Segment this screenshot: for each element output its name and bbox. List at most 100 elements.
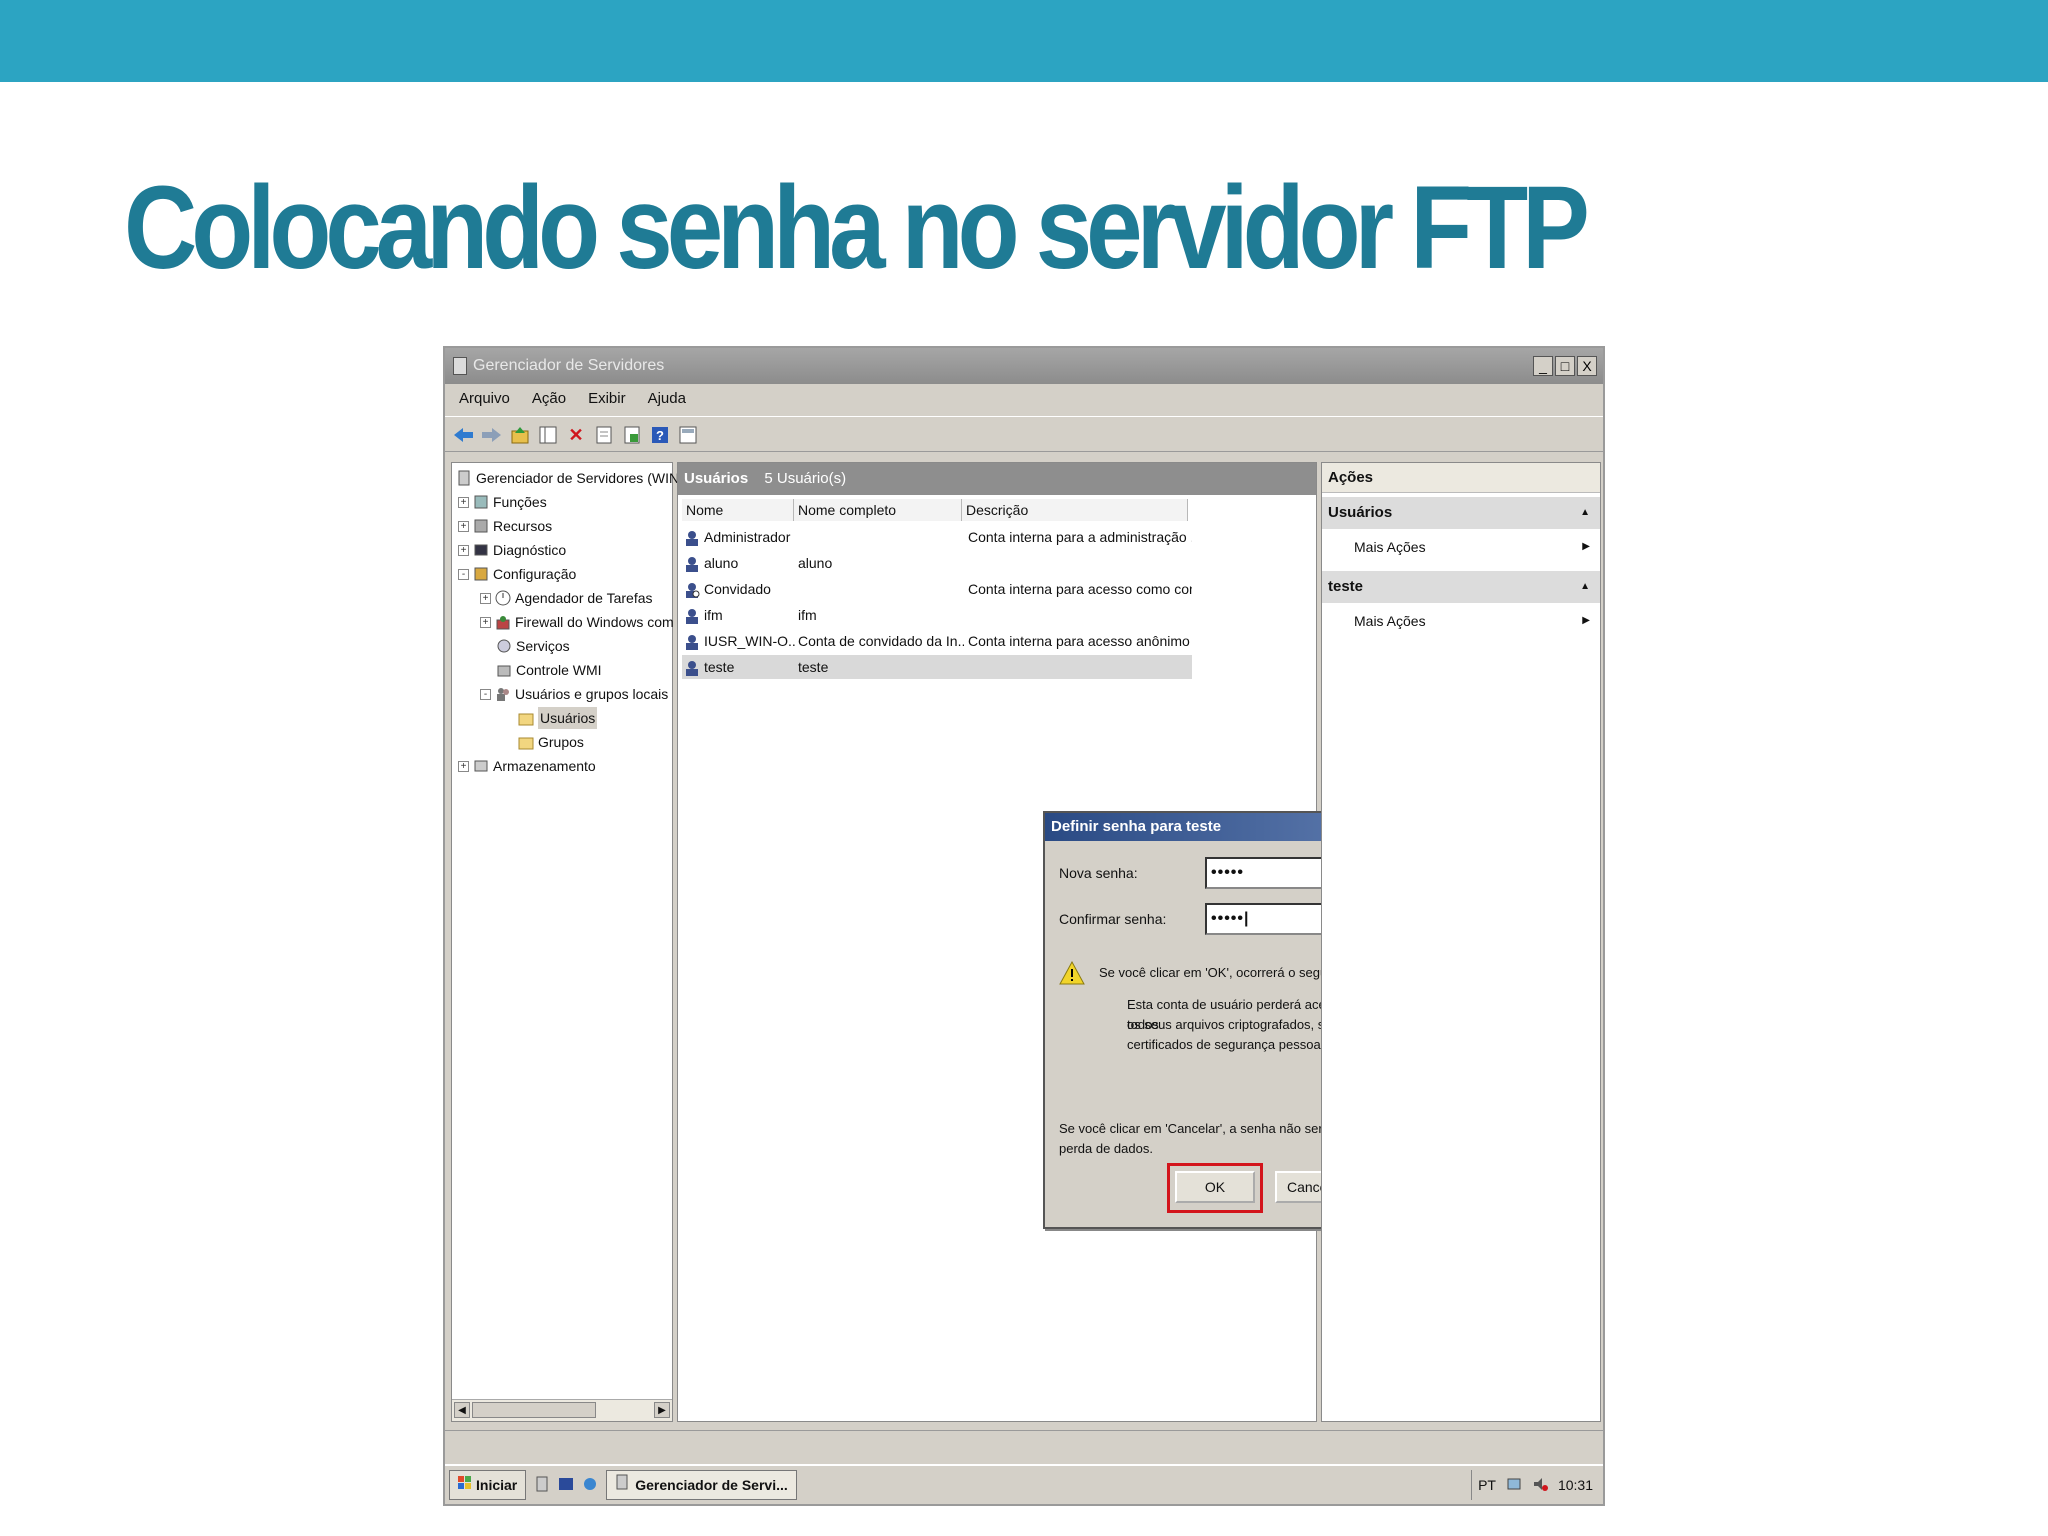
top-banner	[0, 0, 2048, 82]
expand-icon[interactable]: +	[458, 520, 469, 532]
scroll-right-arrow-icon[interactable]: ▶	[654, 1402, 670, 1418]
center-header: Usuários 5 Usuário(s)	[678, 463, 1316, 495]
table-row[interactable]: ifm ifm	[682, 603, 1192, 627]
table-row[interactable]: aluno aluno	[682, 551, 1192, 575]
submenu-arrow-icon: ▶	[1582, 615, 1590, 626]
tree-item-recursos[interactable]: + Recursos	[458, 515, 552, 537]
delete-icon[interactable]: ✕	[565, 424, 587, 446]
expand-icon[interactable]: +	[458, 496, 469, 508]
collapse-up-icon[interactable]: ▲	[1580, 497, 1590, 529]
dialog-title: Definir senha para teste	[1051, 818, 1222, 835]
close-button[interactable]: X	[1577, 356, 1597, 376]
tree-item-agendador[interactable]: + Agendador de Tarefas	[480, 587, 653, 609]
menu-exibir[interactable]: Exibir	[588, 384, 626, 414]
actions-group-usuarios[interactable]: Usuários ▲	[1322, 497, 1600, 529]
properties-icon[interactable]	[593, 424, 615, 446]
taskbar-server-manager-button[interactable]: Gerenciador de Servi...	[606, 1470, 797, 1500]
tree-item-grupos[interactable]: Grupos	[518, 731, 584, 753]
ok-button[interactable]: OK	[1175, 1171, 1255, 1203]
collapse-icon[interactable]: -	[458, 568, 469, 580]
expand-icon[interactable]: +	[480, 616, 491, 628]
clock[interactable]: 10:31	[1558, 1477, 1593, 1493]
tree-item-servicos[interactable]: Serviços	[496, 635, 570, 657]
actions-group-teste[interactable]: teste ▲	[1322, 571, 1600, 603]
cell-full-name: Conta de convidado da In...	[798, 633, 964, 649]
volume-icon[interactable]	[1532, 1476, 1548, 1495]
tree-label: Grupos	[538, 734, 584, 750]
maximize-button[interactable]: □	[1555, 356, 1575, 376]
table-row-selected[interactable]: teste teste	[682, 655, 1192, 679]
tree-item-configuracao[interactable]: - Configuração	[458, 563, 576, 585]
view-icon[interactable]	[677, 424, 699, 446]
configuration-icon	[473, 566, 489, 582]
menu-acao[interactable]: Ação	[532, 384, 566, 414]
server-manager-icon	[453, 357, 467, 375]
svg-text:?: ?	[656, 428, 664, 443]
collapse-up-icon[interactable]: ▲	[1580, 571, 1590, 603]
expand-icon[interactable]: +	[458, 760, 469, 772]
start-button[interactable]: Iniciar	[449, 1470, 527, 1500]
tree-item-wmi[interactable]: Controle WMI	[496, 659, 602, 681]
quicklaunch-explorer-icon[interactable]	[582, 1476, 598, 1495]
windows-logo-icon	[458, 1471, 472, 1499]
column-nome[interactable]: Nome	[682, 499, 794, 521]
expand-icon[interactable]: +	[480, 592, 491, 604]
tree-label: Armazenamento	[493, 758, 596, 774]
tree-item-armazenamento[interactable]: + Armazenamento	[458, 755, 596, 777]
tree-label: Serviços	[516, 638, 570, 654]
more-actions-teste[interactable]: Mais Ações ▶	[1322, 605, 1600, 637]
services-icon	[496, 638, 512, 654]
tree-horizontal-scrollbar[interactable]: ◀ ▶	[452, 1399, 672, 1421]
folder-icon	[518, 710, 534, 726]
tree-label: Gerenciador de Servidores (WIN-OI	[476, 470, 699, 486]
forward-icon[interactable]	[481, 424, 503, 446]
cell-name: teste	[704, 659, 735, 675]
warning-icon	[1059, 960, 1085, 985]
tree-item-diagnostico[interactable]: + Diagnóstico	[458, 539, 566, 561]
more-actions-usuarios[interactable]: Mais Ações ▶	[1322, 531, 1600, 563]
toolbar: ✕ ?	[445, 416, 1603, 452]
tree-label: Usuários e grupos locais	[515, 686, 669, 702]
column-descricao[interactable]: Descrição	[962, 499, 1188, 521]
menu-arquivo[interactable]: Arquivo	[459, 384, 510, 414]
quicklaunch-powershell-icon[interactable]	[558, 1476, 574, 1495]
show-hide-tree-icon[interactable]	[537, 424, 559, 446]
scroll-left-arrow-icon[interactable]: ◀	[454, 1402, 470, 1418]
actions-group-label: Usuários	[1328, 504, 1393, 521]
expand-icon[interactable]: +	[458, 544, 469, 556]
actions-group-label: teste	[1328, 578, 1364, 595]
help-icon[interactable]: ?	[649, 424, 671, 446]
user-count: 5 Usuário(s)	[764, 470, 847, 487]
tree-item-firewall[interactable]: + Firewall do Windows com Se	[480, 611, 695, 633]
export-icon[interactable]	[621, 424, 643, 446]
network-icon[interactable]	[1506, 1476, 1522, 1495]
table-row[interactable]: Convidado Conta interna para acesso como…	[682, 577, 1192, 601]
tree-item-root[interactable]: Gerenciador de Servidores (WIN-OI	[456, 467, 699, 489]
warning-heading: Se você clicar em 'OK', ocorrerá o segui…	[1099, 965, 1352, 980]
minimize-button[interactable]: _	[1533, 356, 1553, 376]
tree-item-usuarios[interactable]: Usuários	[518, 707, 598, 729]
table-row[interactable]: Administrador Conta interna para a admin…	[682, 525, 1192, 549]
tree-item-funcoes[interactable]: + Funções	[458, 491, 547, 513]
user-icon	[684, 529, 700, 546]
cell-full-name: teste	[798, 659, 829, 675]
quicklaunch-server-manager-icon[interactable]	[534, 1476, 550, 1495]
user-icon	[684, 555, 700, 572]
task-label: Gerenciador de Servi...	[635, 1477, 788, 1493]
wmi-icon	[496, 662, 512, 678]
back-icon[interactable]	[453, 424, 475, 446]
tree-label: Controle WMI	[516, 662, 602, 678]
tree-label: Recursos	[493, 518, 553, 534]
table-row[interactable]: IUSR_WIN-O... Conta de convidado da In..…	[682, 629, 1192, 653]
center-header-title: Usuários	[684, 470, 749, 487]
collapse-icon[interactable]: -	[480, 688, 491, 700]
up-folder-icon[interactable]	[509, 424, 531, 446]
language-indicator[interactable]: PT	[1478, 1477, 1496, 1493]
system-tray: PT 10:31	[1471, 1470, 1599, 1500]
tree-item-usuarios-grupos[interactable]: - Usuários e grupos locais	[480, 683, 668, 705]
column-nome-completo[interactable]: Nome completo	[794, 499, 962, 521]
menu-ajuda[interactable]: Ajuda	[648, 384, 686, 414]
cell-name: ifm	[704, 607, 723, 623]
tree-label: Agendador de Tarefas	[515, 590, 653, 606]
scroll-thumb[interactable]	[472, 1402, 596, 1418]
